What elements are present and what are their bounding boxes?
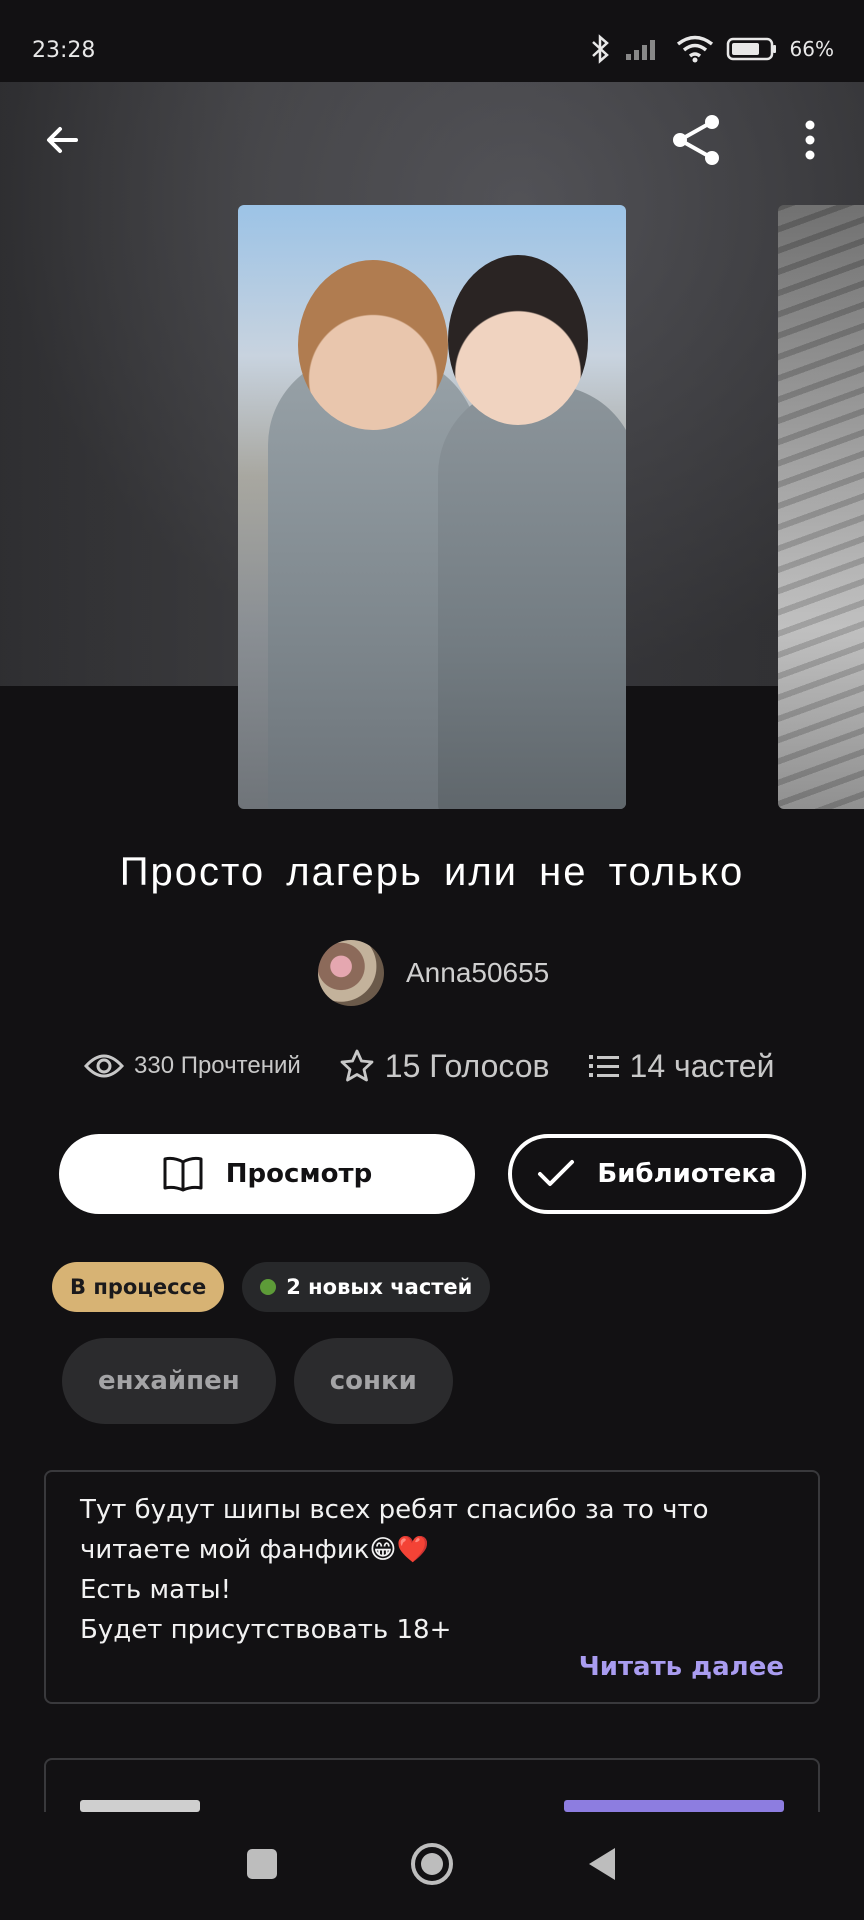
system-back-button[interactable] — [585, 1845, 619, 1887]
wifi-icon — [676, 35, 713, 63]
cover-face-left — [298, 260, 448, 430]
reads-count: 330 Прочтений — [134, 1052, 301, 1079]
tag-chip[interactable]: сонки — [293, 1338, 453, 1424]
description-line: Будет присутствовать 18+ — [80, 1615, 452, 1645]
reads-stat: 330 Прочтений — [84, 1052, 301, 1080]
story-title: Просто лагерь или не только — [119, 850, 745, 894]
top-app-bar — [0, 82, 864, 202]
read-button-label: Просмотр — [225, 1159, 373, 1189]
description-card[interactable]: Тут будут шипы всех ребят спасибо за то … — [44, 1470, 820, 1704]
story-cover-image[interactable] — [238, 205, 626, 809]
parts-stat: 14 частей — [588, 1047, 775, 1085]
bluetooth-icon — [591, 34, 609, 64]
star-icon — [340, 1049, 374, 1082]
author-avatar[interactable] — [318, 940, 384, 1006]
share-button[interactable] — [664, 110, 728, 170]
next-story-cover[interactable] — [778, 205, 864, 809]
description-text: Тут будут шипы всех ребят спасибо за то … — [80, 1490, 709, 1650]
battery-icon — [726, 37, 776, 61]
cover-face-right — [448, 255, 588, 425]
parts-count: 14 частей — [629, 1047, 775, 1084]
new-parts-label: 2 новых частей — [286, 1275, 473, 1299]
eye-icon — [84, 1054, 124, 1078]
library-button-label: Библиотека — [597, 1159, 777, 1189]
parts-card-title-peek — [80, 1800, 200, 1812]
status-bar: 23:28 66% — [0, 0, 864, 82]
votes-stat: 15 Голосов — [339, 1048, 550, 1085]
signal-icon — [625, 40, 655, 60]
nav-back-icon — [589, 1848, 615, 1880]
tag-chip[interactable]: енхайпен — [62, 1338, 276, 1424]
system-navigation-bar — [0, 1812, 864, 1920]
back-button[interactable] — [36, 114, 88, 166]
parts-card-link-peek — [564, 1800, 784, 1812]
story-stats: 330 Прочтений 15 Голосов 14 частей — [84, 1040, 804, 1092]
check-icon — [538, 1160, 575, 1186]
description-line: Тут будут шипы всех ребят спасибо за то … — [80, 1495, 709, 1525]
read-more-link[interactable]: Читать далее — [579, 1652, 784, 1682]
recents-button[interactable] — [245, 1847, 279, 1885]
author-name[interactable]: Anna50655 — [406, 957, 549, 989]
home-button[interactable] — [409, 1841, 455, 1891]
book-icon — [163, 1156, 203, 1192]
status-badges: В процессе 2 новых частей — [52, 1262, 491, 1312]
new-parts-dot — [260, 1279, 277, 1295]
status-icons: 66% — [588, 34, 834, 64]
list-icon — [588, 1055, 619, 1077]
description-line: читаете мой фанфик😁❤️ — [80, 1535, 429, 1565]
more-vert-icon — [805, 120, 815, 160]
nav-recents-icon — [247, 1849, 277, 1879]
library-button[interactable]: Библиотека — [508, 1134, 806, 1214]
description-line: Есть маты! — [80, 1575, 232, 1605]
in-progress-badge: В процессе — [52, 1262, 225, 1312]
share-icon — [673, 115, 719, 165]
back-arrow-icon — [47, 127, 78, 153]
status-time: 23:28 — [32, 38, 96, 63]
more-options-button[interactable] — [790, 112, 830, 168]
story-tags: енхайпен сонки — [62, 1338, 453, 1424]
read-button[interactable]: Просмотр — [59, 1134, 475, 1214]
votes-count: 15 Голосов — [384, 1047, 550, 1084]
new-parts-badge: 2 новых частей — [242, 1262, 491, 1312]
author-row[interactable]: Anna50655 — [318, 940, 549, 1006]
cover-figure-right — [438, 385, 626, 809]
battery-percentage: 66% — [789, 37, 834, 61]
nav-home-icon — [411, 1843, 453, 1885]
